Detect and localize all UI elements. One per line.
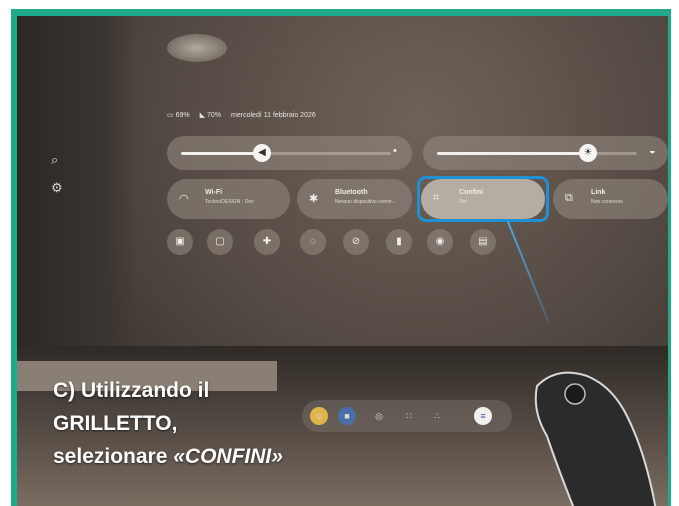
caption-line-1: C) Utilizzando il xyxy=(53,379,210,402)
store-icon[interactable]: ■ xyxy=(338,407,356,425)
controller-ray xyxy=(507,221,551,324)
instruction-caption: C) Utilizzando il GRILLETTO, selezionare… xyxy=(53,374,283,473)
tile-title: Bluetooth xyxy=(335,189,368,196)
caption-line-3: selezionare «CONFINI» xyxy=(53,440,283,473)
tile-subtitle: TechnoDESIGN - Dev xyxy=(205,199,254,205)
controller-icon[interactable]: ◌ xyxy=(300,229,326,255)
caption-line-2: GRILLETTO, xyxy=(53,412,178,435)
passthrough-icon[interactable]: ▢ xyxy=(207,229,233,255)
bluetooth-icon: ✱ xyxy=(309,193,319,205)
do-not-disturb-icon[interactable]: ⊘ xyxy=(343,229,369,255)
brightness-fill xyxy=(437,152,587,155)
volume-knob-icon[interactable]: ◀ xyxy=(253,144,271,162)
cast-icon[interactable]: ▣ xyxy=(167,229,193,255)
tile-bluetooth[interactable]: ✱ Bluetooth Nessun dispositivo conne... xyxy=(297,179,412,219)
volume-fill xyxy=(181,152,261,155)
explore-icon[interactable]: ◎ xyxy=(370,407,388,425)
tile-title: Wi-Fi xyxy=(205,189,223,196)
tile-wifi[interactable]: ◠ Wi-Fi TechnoDESIGN - Dev xyxy=(167,179,290,219)
controller-illustration xyxy=(534,371,657,506)
taskbar: ☺ ■ ◎ ∷ ∴ ≡ xyxy=(302,400,512,432)
tile-subtitle: Non connesso xyxy=(591,199,623,205)
volume-slider[interactable]: ◀ • xyxy=(167,136,412,170)
controller-battery-icon: ◣ xyxy=(199,112,206,119)
battery-saver-icon[interactable]: ▮ xyxy=(386,229,412,255)
status-bar: ▭ 69% ◣ 70% mercoledì 11 febbraio 2026 xyxy=(167,111,316,120)
microphone-icon[interactable]: • xyxy=(393,145,397,157)
tile-link[interactable]: ⧉ Link Non connesso xyxy=(553,179,668,219)
ceiling-light xyxy=(167,34,227,62)
gear-icon[interactable]: ⚙ xyxy=(51,180,63,196)
eye-comfort-icon[interactable]: ◒ xyxy=(649,145,656,157)
tile-subtitle: Nessun dispositivo conne... xyxy=(335,199,396,205)
brightness-knob-icon[interactable]: ☀ xyxy=(579,144,597,162)
recenter-icon[interactable]: ▤ xyxy=(470,229,496,255)
camera-icon[interactable]: ◉ xyxy=(427,229,453,255)
move-icon[interactable]: ✚ xyxy=(254,229,280,255)
battery-headset-icon: ▭ xyxy=(167,112,174,119)
tile-title: Link xyxy=(591,189,606,196)
battery-headset-value: 69% xyxy=(175,111,190,119)
quick-settings-icon[interactable]: ≡ xyxy=(474,407,492,425)
wifi-icon: ◠ xyxy=(179,193,189,205)
apps-grid-icon[interactable]: ∷ xyxy=(400,407,418,425)
vr-passthrough-scene: ⌕ ⚙ ▭ 69% ◣ 70% mercoledì 11 febbraio 20… xyxy=(17,16,668,506)
avatar[interactable]: ☺ xyxy=(310,407,328,425)
people-icon[interactable]: ∴ xyxy=(428,407,446,425)
brightness-slider[interactable]: ☀ ◒ xyxy=(423,136,668,170)
volume-track xyxy=(261,152,391,155)
caption-prefix: selezionare xyxy=(53,445,174,468)
battery-controller-value: 70% xyxy=(207,111,222,119)
caption-emphasis: «CONFINI» xyxy=(173,445,283,468)
search-icon[interactable]: ⌕ xyxy=(51,152,58,168)
confini-highlight-box xyxy=(417,176,549,222)
link-icon: ⧉ xyxy=(565,192,573,204)
datetime: mercoledì 11 febbraio 2026 xyxy=(231,111,316,119)
